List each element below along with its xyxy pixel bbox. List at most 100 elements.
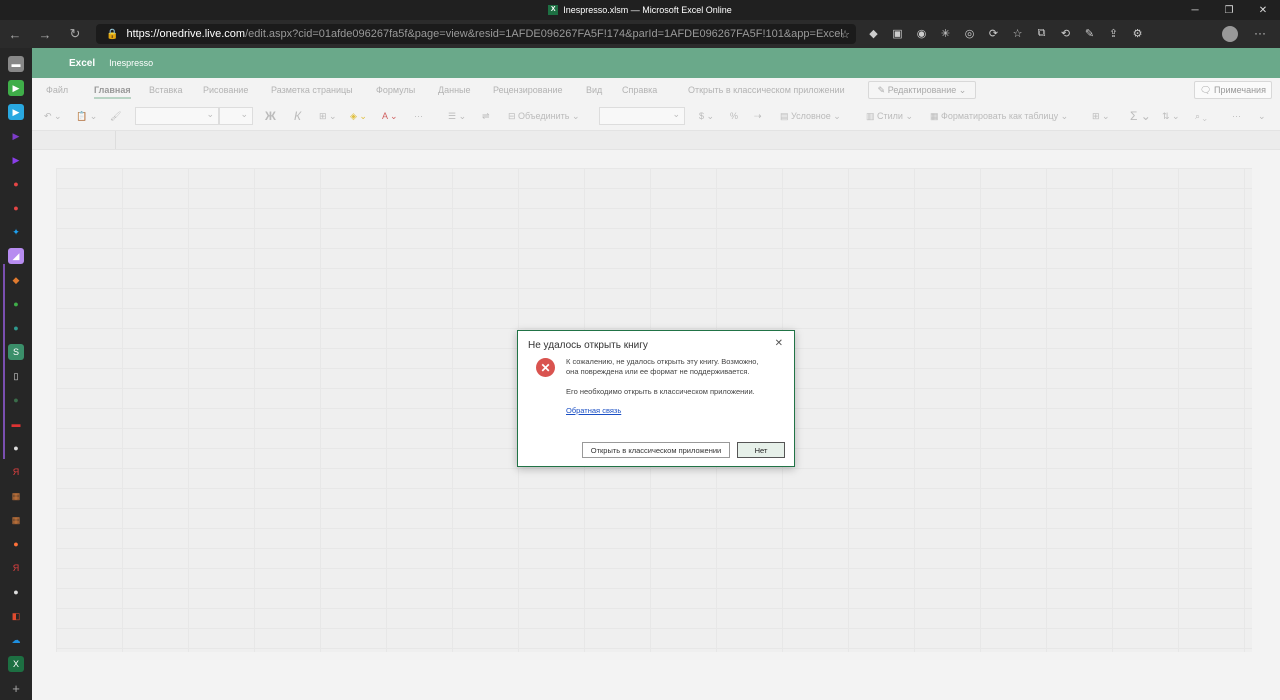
- sidebar-item-icon[interactable]: ●: [8, 176, 24, 192]
- extension-icon[interactable]: ▣: [890, 26, 905, 41]
- more-font-options[interactable]: ···: [414, 108, 423, 124]
- sidebar-item-icon[interactable]: S: [8, 344, 24, 360]
- minimize-button[interactable]: ─: [1178, 0, 1212, 20]
- extension-icon[interactable]: ✳: [938, 26, 953, 41]
- extension-icon[interactable]: ✎: [1082, 26, 1097, 41]
- extension-icon[interactable]: ◉: [914, 26, 929, 41]
- name-box[interactable]: [32, 131, 116, 149]
- sidebar-item-icon[interactable]: ▶: [8, 80, 24, 96]
- bold-button[interactable]: Ж: [265, 108, 276, 124]
- styles-button[interactable]: ▥ Стили ⌄: [866, 108, 913, 124]
- extensions-bar: ◆ ▣ ◉ ✳ ◎ ⟳ ☆ ⧉ ⟲ ✎ ⇪ ⚙: [866, 26, 1145, 41]
- document-name[interactable]: Inespresso: [109, 58, 153, 68]
- extension-icon[interactable]: ⚙: [1130, 26, 1145, 41]
- merge-icon[interactable]: ⊟ Объединить ⌄: [508, 108, 579, 124]
- feedback-link[interactable]: Обратная связь: [566, 406, 621, 415]
- more-menu-icon[interactable]: ···: [1254, 26, 1266, 40]
- extension-icon[interactable]: ◆: [866, 26, 881, 41]
- paste-icon[interactable]: 📋 ⌄: [76, 108, 97, 124]
- favorites-icon[interactable]: ☆: [1010, 26, 1025, 41]
- forward-button[interactable]: →: [30, 20, 60, 48]
- autosum-button[interactable]: Σ ⌄: [1130, 108, 1151, 124]
- sidebar-item-icon[interactable]: Я: [8, 560, 24, 576]
- tab-formulas[interactable]: Формулы: [376, 85, 415, 95]
- github-icon[interactable]: ●: [8, 440, 24, 456]
- currency-button[interactable]: $ ⌄: [699, 108, 714, 124]
- refresh-button[interactable]: ↻: [60, 20, 90, 48]
- font-color-icon[interactable]: A ⌄: [382, 108, 398, 124]
- sidebar-item-icon[interactable]: Я: [8, 464, 24, 480]
- format-painter-icon[interactable]: 🖌: [110, 108, 121, 124]
- format-as-table-button[interactable]: ▦ Форматировать как таблицу ⌄: [930, 108, 1068, 124]
- merge-label: Объединить: [518, 111, 570, 121]
- no-button[interactable]: Нет: [737, 442, 785, 458]
- number-format-select[interactable]: [599, 107, 685, 125]
- sidebar-item-icon[interactable]: ▬: [8, 56, 24, 72]
- sidebar-item-icon[interactable]: ●: [8, 392, 24, 408]
- tab-insert[interactable]: Вставка: [149, 85, 182, 95]
- percent-icon[interactable]: %: [730, 108, 738, 124]
- github-icon[interactable]: ●: [8, 584, 24, 600]
- add-icon[interactable]: +: [8, 680, 24, 696]
- onedrive-icon[interactable]: ☁: [8, 632, 24, 648]
- back-button[interactable]: ←: [0, 20, 30, 48]
- comments-button[interactable]: 🗨 Примечания: [1194, 81, 1272, 99]
- font-family-select[interactable]: [135, 107, 219, 125]
- font-size-select[interactable]: [219, 107, 253, 125]
- open-desktop-button[interactable]: Открыть в классическом приложении: [582, 442, 730, 458]
- restore-button[interactable]: ❐: [1212, 0, 1246, 20]
- tab-home[interactable]: Главная: [94, 85, 131, 99]
- history-icon[interactable]: ⟲: [1058, 26, 1073, 41]
- sort-filter-icon[interactable]: ⇅ ⌄: [1162, 108, 1180, 124]
- sidebar-item-icon[interactable]: ▬: [8, 416, 24, 432]
- edit-mode-dropdown[interactable]: ✎ Редактирование ⌄: [868, 81, 976, 99]
- tab-help[interactable]: Справка: [622, 85, 657, 95]
- collapse-ribbon-icon[interactable]: ⌄: [1258, 108, 1266, 124]
- tab-file[interactable]: Файл: [46, 85, 68, 95]
- align-icon[interactable]: ☰ ⌄: [448, 108, 466, 124]
- ribbon-toolbar: ↶ ⌄ 📋 ⌄ 🖌 Ж К ⊞ ⌄ ◈ ⌄ A ⌄ ··· ☰ ⌄ ⇌ ⊟ Об…: [32, 102, 1280, 130]
- favorite-star-icon[interactable]: ☆: [840, 28, 850, 41]
- share-icon[interactable]: ⇪: [1106, 26, 1121, 41]
- sidebar-item-icon[interactable]: ●: [8, 536, 24, 552]
- wrap-text-icon[interactable]: ⇌: [482, 108, 490, 124]
- tab-open-desktop[interactable]: Открыть в классическом приложении: [688, 85, 845, 95]
- sidebar-item-icon[interactable]: ●: [8, 296, 24, 312]
- decimal-icon[interactable]: ⇢: [754, 108, 762, 124]
- profile-avatar[interactable]: [1222, 26, 1238, 42]
- fill-color-icon[interactable]: ◈ ⌄: [350, 108, 367, 124]
- sidebar-item-icon[interactable]: ▦: [8, 512, 24, 528]
- sidebar-item-icon[interactable]: ▦: [8, 488, 24, 504]
- currency-label: $: [699, 111, 705, 121]
- excel-tab-icon[interactable]: X: [8, 656, 24, 672]
- tab-review[interactable]: Рецензирование: [493, 85, 563, 95]
- tab-draw[interactable]: Рисование: [203, 85, 248, 95]
- tab-data[interactable]: Данные: [438, 85, 471, 95]
- undo-icon[interactable]: ↶ ⌄: [44, 108, 62, 124]
- more-options-button[interactable]: ···: [1232, 108, 1241, 124]
- sidebar-item-icon[interactable]: ▶: [8, 128, 24, 144]
- sidebar-item-icon[interactable]: ◢: [8, 248, 24, 264]
- address-bar[interactable]: 🔒 https://onedrive.live.com /edit.aspx?c…: [96, 24, 856, 44]
- twitter-icon[interactable]: ✦: [8, 224, 24, 240]
- insert-cells-icon[interactable]: ⊞ ⌄: [1092, 108, 1110, 124]
- collections-icon[interactable]: ⧉: [1034, 26, 1049, 41]
- sidebar-item-icon[interactable]: ▶: [8, 104, 24, 120]
- sidebar-item-icon[interactable]: ◆: [8, 272, 24, 288]
- document-icon[interactable]: ▯: [8, 368, 24, 384]
- borders-icon[interactable]: ⊞ ⌄: [319, 108, 337, 124]
- sidebar-item-icon[interactable]: ▶: [8, 152, 24, 168]
- find-icon[interactable]: ⌕ ⌄: [1195, 108, 1207, 124]
- close-icon[interactable]: ✕: [775, 338, 783, 349]
- close-window-button[interactable]: ✕: [1246, 0, 1280, 20]
- extension-icon[interactable]: ◎: [962, 26, 977, 41]
- tab-view[interactable]: Вид: [586, 85, 602, 95]
- office-icon[interactable]: ◧: [8, 608, 24, 624]
- italic-button[interactable]: К: [294, 108, 301, 124]
- tab-page-layout[interactable]: Разметка страницы: [271, 85, 353, 95]
- sidebar-item-icon[interactable]: ●: [8, 320, 24, 336]
- app-name[interactable]: Excel: [69, 58, 95, 69]
- sidebar-item-icon[interactable]: ●: [8, 200, 24, 216]
- conditional-format-button[interactable]: ▤ Условное ⌄: [780, 108, 841, 124]
- extension-icon[interactable]: ⟳: [986, 26, 1001, 41]
